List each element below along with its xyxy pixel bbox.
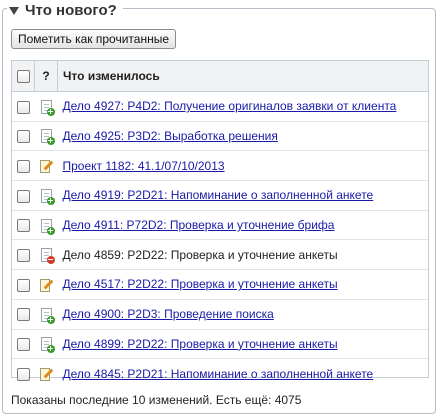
- table-header-row: ? Что изменилось: [12, 61, 428, 92]
- status-column-header: ?: [34, 61, 58, 92]
- table-row: Дело 4517: P2D22: Проверка и уточнение а…: [12, 269, 428, 300]
- row-status-cell: −: [34, 239, 58, 271]
- row-checkbox[interactable]: [16, 278, 30, 292]
- row-status-cell: +: [34, 91, 58, 122]
- row-change-cell: Проект 1182: 41.1/07/10/2013: [57, 150, 428, 182]
- change-column-header: Что изменилось: [57, 61, 428, 92]
- table-row: + Дело 4911: P72D2: Проверка и уточнение …: [12, 210, 428, 241]
- row-change-cell: Дело 4859: P2D22: Проверка и уточнение а…: [57, 239, 428, 271]
- row-status-cell: +: [34, 180, 58, 211]
- change-link[interactable]: Дело 4925: P3D2: Выработка решения: [63, 129, 278, 143]
- panel-header[interactable]: Что нового?: [7, 3, 123, 19]
- document-edit-icon: [40, 278, 54, 292]
- select-all-checkbox[interactable]: [16, 70, 30, 84]
- collapse-arrow-icon[interactable]: [9, 7, 19, 15]
- row-checkbox[interactable]: [16, 219, 30, 233]
- change-link[interactable]: Дело 4919: P2D21: Напоминание о заполнен…: [63, 188, 374, 202]
- row-checkbox[interactable]: [16, 367, 30, 381]
- row-change-cell: Дело 4900: P2D3: Проведение поиска: [57, 299, 428, 330]
- table-row: + Дело 4899: P2D22: Проверка и уточнение …: [12, 329, 428, 360]
- row-select-cell: [12, 329, 35, 360]
- row-change-cell: Дело 4911: P72D2: Проверка и уточнение б…: [57, 210, 428, 241]
- row-change-cell: Дело 4927: P4D2: Получение оригиналов за…: [57, 91, 428, 122]
- table-row: + Дело 4925: P3D2: Выработка решения: [12, 121, 428, 152]
- row-status-cell: +: [34, 329, 58, 360]
- document-add-icon: +: [40, 129, 55, 146]
- change-link[interactable]: Проект 1182: 41.1/07/10/2013: [63, 159, 225, 173]
- change-link[interactable]: Дело 4900: P2D3: Проведение поиска: [63, 307, 274, 321]
- change-link[interactable]: Дело 4517: P2D22: Проверка и уточнение а…: [63, 277, 338, 291]
- table-row: Проект 1182: 41.1/07/10/2013: [12, 150, 428, 182]
- change-link[interactable]: Дело 4899: P2D22: Проверка и уточнение а…: [63, 337, 338, 351]
- table-row: − Дело 4859: P2D22: Проверка и уточнение …: [12, 239, 428, 271]
- row-select-cell: [12, 180, 35, 211]
- row-select-cell: [12, 299, 35, 330]
- document-add-icon: +: [40, 99, 55, 116]
- document-remove-icon: −: [40, 248, 55, 265]
- row-checkbox[interactable]: [16, 100, 30, 114]
- select-all-header: [12, 61, 35, 92]
- row-select-cell: [12, 359, 35, 388]
- row-checkbox[interactable]: [16, 130, 30, 144]
- row-status-cell: +: [34, 299, 58, 330]
- row-select-cell: [12, 121, 35, 152]
- panel-title: Что нового?: [25, 2, 117, 19]
- row-select-cell: [12, 269, 35, 300]
- row-status-cell: +: [34, 210, 58, 241]
- row-checkbox[interactable]: [16, 308, 30, 322]
- changes-table: ? Что изменилось + Дело 4927: P4D2: Получ…: [11, 60, 429, 381]
- row-status-cell: [34, 150, 58, 182]
- row-checkbox[interactable]: [16, 248, 30, 262]
- change-link[interactable]: Дело 4911: P72D2: Проверка и уточнение б…: [63, 218, 335, 232]
- document-edit-icon: [40, 159, 54, 174]
- whats-new-panel: Что нового? Пометить как прочитанные ? Ч…: [2, 3, 436, 414]
- change-link[interactable]: Дело 4927: P4D2: Получение оригиналов за…: [63, 99, 397, 113]
- document-add-icon: +: [40, 188, 55, 205]
- table-row: + Дело 4900: P2D3: Проведение поиска: [12, 299, 428, 330]
- document-add-icon: +: [40, 218, 55, 235]
- row-change-cell: Дело 4925: P3D2: Выработка решения: [57, 121, 428, 152]
- row-select-cell: [12, 150, 35, 182]
- row-status-cell: [34, 269, 58, 300]
- change-text: Дело 4859: P2D22: Проверка и уточнение а…: [62, 247, 338, 262]
- document-add-icon: +: [40, 307, 55, 324]
- document-add-icon: +: [40, 337, 55, 354]
- row-checkbox[interactable]: [16, 189, 30, 203]
- row-change-cell: Дело 4517: P2D22: Проверка и уточнение а…: [57, 269, 428, 300]
- table-row: Дело 4845: P2D21: Напоминание о заполнен…: [12, 359, 428, 388]
- change-link[interactable]: Дело 4845: P2D21: Напоминание о заполнен…: [63, 367, 374, 381]
- row-status-cell: +: [34, 121, 58, 152]
- mark-as-read-button[interactable]: Пометить как прочитанные: [11, 29, 177, 49]
- table-row: + Дело 4919: P2D21: Напоминание о заполне…: [12, 180, 428, 211]
- row-select-cell: [12, 239, 35, 271]
- table-row: + Дело 4927: P4D2: Получение оригиналов з…: [12, 91, 428, 122]
- document-edit-icon: [40, 367, 54, 381]
- row-change-cell: Дело 4845: P2D21: Напоминание о заполнен…: [58, 359, 429, 388]
- row-change-cell: Дело 4919: P2D21: Напоминание о заполнен…: [57, 180, 428, 211]
- row-status-cell: [35, 359, 58, 388]
- changes-summary: Показаны последние 10 изменений. Есть ещ…: [11, 393, 302, 407]
- row-change-cell: Дело 4899: P2D22: Проверка и уточнение а…: [57, 329, 428, 360]
- row-checkbox[interactable]: [16, 338, 30, 351]
- row-select-cell: [12, 210, 35, 241]
- row-checkbox[interactable]: [16, 159, 30, 173]
- row-select-cell: [12, 91, 35, 122]
